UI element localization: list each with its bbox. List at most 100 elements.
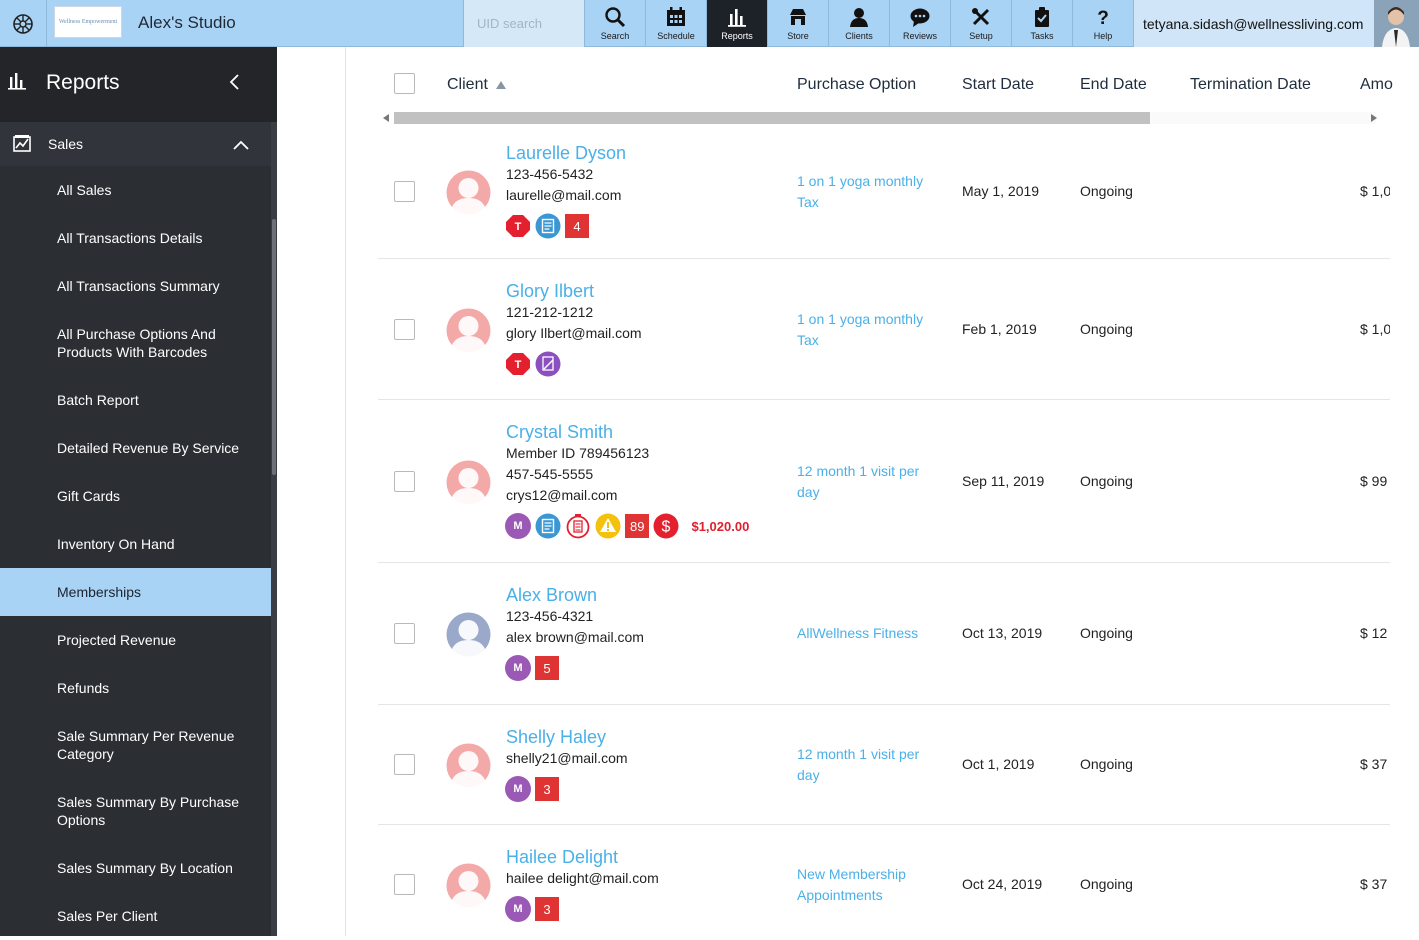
select-all-checkbox[interactable] xyxy=(394,73,415,94)
start-date: Oct 1, 2019 xyxy=(962,756,1035,772)
tag-t-icon[interactable]: T xyxy=(505,351,531,377)
client-name-link[interactable]: Laurelle Dyson xyxy=(506,143,626,164)
user-email[interactable]: tetyana.sidash@wellnessliving.com xyxy=(1134,0,1374,47)
row-checkbox[interactable] xyxy=(394,874,415,895)
client-name-link[interactable]: Shelly Haley xyxy=(506,727,606,748)
warning-icon[interactable] xyxy=(595,513,621,539)
column-start-date[interactable]: Start Date xyxy=(962,76,1034,94)
amount: $ 1,0 xyxy=(1360,321,1390,337)
membership-m-badge[interactable]: M xyxy=(505,776,531,802)
client-name-link[interactable]: Crystal Smith xyxy=(506,422,613,443)
user-avatar[interactable] xyxy=(1374,0,1419,47)
tag-t-icon[interactable]: T xyxy=(505,213,531,239)
column-purchase-option[interactable]: Purchase Option xyxy=(797,76,916,94)
purchase-option-link[interactable]: AllWellness Fitness xyxy=(797,623,937,644)
sidebar-section-sales[interactable]: Sales xyxy=(0,122,271,166)
signature-icon[interactable] xyxy=(535,351,561,377)
speech-bubble-icon xyxy=(909,5,931,29)
table-row[interactable]: Laurelle Dyson 123-456-5432 laurelle@mail.… xyxy=(378,125,1390,259)
sidebar-item-gift-cards[interactable]: Gift Cards xyxy=(0,472,271,520)
column-termination-date[interactable]: Termination Date xyxy=(1190,76,1311,94)
sidebar-item-projected-revenue[interactable]: Projected Revenue xyxy=(0,616,271,664)
nav-schedule[interactable]: Schedule xyxy=(646,0,707,47)
column-amount[interactable]: Amo xyxy=(1360,76,1393,94)
count-badge[interactable]: 89 xyxy=(625,514,650,538)
client-avatar[interactable] xyxy=(446,170,491,215)
row-checkbox[interactable] xyxy=(394,319,415,340)
note-icon[interactable] xyxy=(535,213,561,239)
purchase-option-link[interactable]: 12 month 1 visit per day xyxy=(797,461,937,503)
client-avatar[interactable] xyxy=(446,863,491,908)
main-nav: Search Schedule Reports Store Clients Reviews… xyxy=(585,0,1134,47)
count-badge[interactable]: 3 xyxy=(535,777,559,801)
sidebar-item-all-sales[interactable]: All Sales xyxy=(0,166,271,214)
dollar-icon[interactable]: $ xyxy=(653,513,679,539)
studio-logo[interactable]: Wellness Empowerment xyxy=(54,6,122,38)
uid-search-input[interactable] xyxy=(464,0,584,47)
nav-reports[interactable]: Reports xyxy=(707,0,768,47)
sidebar-item-batch-report[interactable]: Batch Report xyxy=(0,376,271,424)
nav-tasks[interactable]: Tasks xyxy=(1012,0,1073,47)
horizontal-scrollbar[interactable] xyxy=(380,111,1390,125)
client-avatar[interactable] xyxy=(446,308,491,353)
row-checkbox[interactable] xyxy=(394,623,415,644)
client-avatar[interactable] xyxy=(446,743,491,788)
purchase-option-link[interactable]: 12 month 1 visit per day xyxy=(797,744,937,786)
sidebar-item-sale-summary-per-revenue-category[interactable]: Sale Summary Per Revenue Category xyxy=(0,712,271,778)
membership-m-badge[interactable]: M xyxy=(505,896,531,922)
sidebar-item-detailed-revenue-by-service[interactable]: Detailed Revenue By Service xyxy=(0,424,271,472)
client-name-link[interactable]: Alex Brown xyxy=(506,585,597,606)
sidebar-item-sales-summary-by-purchase-options[interactable]: Sales Summary By Purchase Options xyxy=(0,778,271,844)
count-badge[interactable]: 4 xyxy=(565,214,589,238)
sidebar-item-all-transactions-details[interactable]: All Transactions Details xyxy=(0,214,271,262)
purchase-option-link[interactable]: New Membership Appointments xyxy=(797,864,937,906)
sidebar-item-inventory-on-hand[interactable]: Inventory On Hand xyxy=(0,520,271,568)
sidebar-item-memberships[interactable]: Memberships xyxy=(0,568,271,616)
nav-help[interactable]: ? Help xyxy=(1073,0,1134,47)
row-checkbox[interactable] xyxy=(394,754,415,775)
count-badge[interactable]: 5 xyxy=(535,656,559,680)
collapse-sidebar-chevron-left-icon[interactable] xyxy=(228,73,242,96)
client-name-link[interactable]: Hailee Delight xyxy=(506,847,618,868)
purchase-option-link[interactable]: 1 on 1 yoga monthly Tax xyxy=(797,309,937,351)
uid-search-box[interactable] xyxy=(463,0,585,47)
nav-reviews[interactable]: Reviews xyxy=(890,0,951,47)
table-row[interactable]: Shelly Haley shelly21@mail.com M 3 12 month … xyxy=(378,705,1390,825)
column-client[interactable]: Client xyxy=(447,76,507,94)
sidebar-scroll-thumb[interactable] xyxy=(272,219,276,475)
nav-clients[interactable]: Clients xyxy=(829,0,890,47)
count-badge[interactable]: 3 xyxy=(535,897,559,921)
purchase-option-link[interactable]: 1 on 1 yoga monthly Tax xyxy=(797,171,937,213)
scroll-right-arrow-icon[interactable] xyxy=(1371,114,1377,122)
sidebar-item-sales-summary-by-location[interactable]: Sales Summary By Location xyxy=(0,844,271,892)
client-avatar[interactable] xyxy=(446,612,491,657)
note-icon[interactable] xyxy=(535,513,561,539)
chevron-up-icon[interactable] xyxy=(232,138,250,156)
scroll-thumb[interactable] xyxy=(394,112,1150,124)
column-end-date[interactable]: End Date xyxy=(1080,76,1147,94)
nav-label: Help xyxy=(1093,31,1113,41)
settings-wheel-icon[interactable] xyxy=(0,0,47,47)
client-name-link[interactable]: Glory Ilbert xyxy=(506,281,594,302)
membership-m-badge[interactable]: M xyxy=(505,513,531,539)
sort-ascending-icon[interactable] xyxy=(496,76,507,94)
client-avatar[interactable] xyxy=(446,460,491,505)
timer-icon[interactable] xyxy=(565,513,591,539)
nav-search[interactable]: Search xyxy=(585,0,646,47)
sidebar-item-label: Sale Summary Per Revenue Category xyxy=(57,728,235,762)
sidebar-item-all-transactions-summary[interactable]: All Transactions Summary xyxy=(0,262,271,310)
table-row[interactable]: Alex Brown 123-456-4321 alex brown@mail.co… xyxy=(378,563,1390,705)
sidebar-item-all-purchase-options-and-products-with-barcodes[interactable]: All Purchase Options And Products With B… xyxy=(0,310,271,376)
row-checkbox[interactable] xyxy=(394,181,415,202)
studio-name[interactable]: Alex's Studio xyxy=(138,13,236,33)
table-row[interactable]: Glory Ilbert 121-212-1212 glory Ilbert@mai… xyxy=(378,259,1390,400)
sidebar-item-refunds[interactable]: Refunds xyxy=(0,664,271,712)
table-row[interactable]: Hailee Delight hailee delight@mail.com M 3 N… xyxy=(378,825,1390,936)
nav-setup[interactable]: Setup xyxy=(951,0,1012,47)
scroll-left-arrow-icon[interactable] xyxy=(383,114,389,122)
nav-store[interactable]: Store xyxy=(768,0,829,47)
row-checkbox[interactable] xyxy=(394,471,415,492)
membership-m-badge[interactable]: M xyxy=(505,655,531,681)
table-row[interactable]: Crystal Smith Member ID 789456123 457-545-… xyxy=(378,400,1390,563)
sidebar-item-sales-per-client[interactable]: Sales Per Client xyxy=(0,892,271,940)
